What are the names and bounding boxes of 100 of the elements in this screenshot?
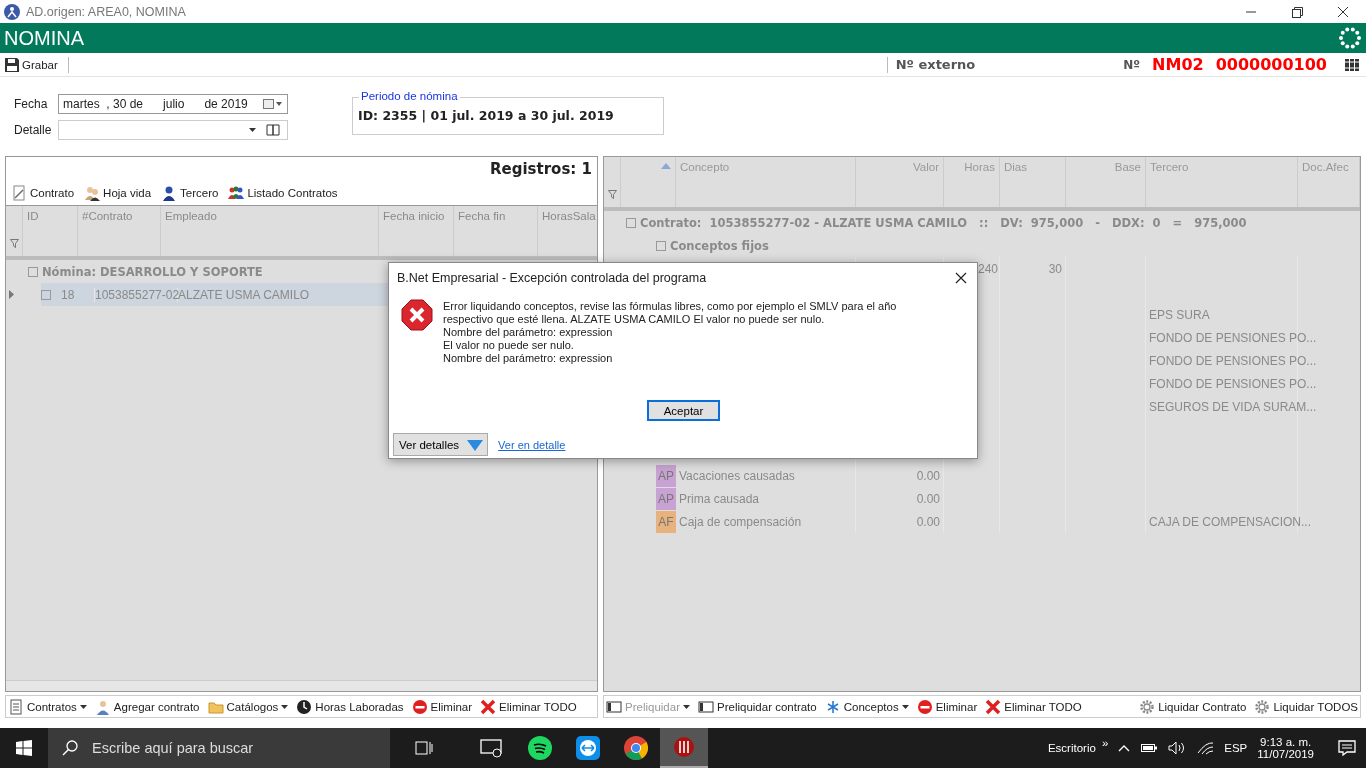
wifi-icon[interactable]	[1196, 741, 1215, 755]
toolbar-button[interactable]: Eliminar	[914, 697, 980, 716]
dialog-title: B.Net Empresarial - Excepción controlada del programa	[397, 271, 707, 285]
table-cell: FONDO DE PENSIONES PO...	[1149, 376, 1317, 391]
module-title: NOMINA	[4, 26, 84, 50]
desktop-label[interactable]: Escritorio	[1047, 742, 1096, 754]
filter-icon[interactable]	[608, 190, 617, 199]
error-icon	[401, 299, 433, 331]
task-view-icon[interactable]	[415, 740, 433, 756]
toolbar-button[interactable]: Listado Contratos	[226, 184, 340, 202]
error-message: El valor no puede ser nulo.	[443, 339, 575, 352]
toolbar-button[interactable]: Contrato	[9, 184, 77, 202]
contracts-icon	[8, 698, 24, 715]
start-icon[interactable]	[16, 740, 32, 756]
toolbar-button[interactable]: Conceptos	[822, 697, 911, 716]
table-cell: 240	[977, 261, 998, 276]
search-field[interactable]: Escribe aquí para buscar	[92, 733, 382, 763]
detail-field[interactable]	[58, 120, 288, 140]
records-count: Registros: 1	[490, 160, 592, 178]
table-cell: FONDO DE PENSIONES PO...	[1149, 353, 1317, 368]
toolbar-button[interactable]: Liquidar TODOS	[1252, 697, 1360, 716]
scrollbar[interactable]	[6, 680, 597, 691]
toolbar-button[interactable]: Catálogos	[205, 697, 291, 716]
chevron-label[interactable]: »	[1101, 737, 1109, 749]
language-indicator[interactable]: ESP	[1224, 742, 1248, 754]
clock[interactable]: 9:13 a. m. 11/07/2019	[1257, 736, 1314, 760]
people-icon	[84, 185, 101, 201]
arrows-icon[interactable]	[576, 736, 600, 760]
group-header: Conceptos fijos	[670, 238, 769, 253]
clock-icon	[296, 698, 313, 715]
gear-icon	[1254, 698, 1271, 715]
date-field[interactable]: martes , 30 de julio de 2019	[58, 94, 288, 114]
group-icon	[228, 185, 245, 201]
toolbar-button[interactable]: Eliminar	[409, 697, 475, 716]
toolbar-button[interactable]: Horas Laboradas	[294, 697, 406, 716]
error-message: Nombre del parámetro: expression	[443, 326, 614, 339]
filter-icon[interactable]	[10, 239, 19, 248]
table-cell: 18	[61, 287, 75, 302]
number-label: Nº	[1123, 57, 1141, 72]
preview-icon	[698, 698, 714, 715]
field-label: Fecha	[14, 97, 49, 111]
concept-type-badge: AP	[656, 487, 676, 510]
document-number: 0000000100	[1215, 55, 1327, 74]
table-cell: Prima causada	[679, 491, 760, 506]
error-message: respectivo que esté llena. ALZATE USMA CAMILO El valor no puede ser nulo.	[443, 313, 826, 326]
volume-icon[interactable]	[1168, 741, 1187, 755]
details-button[interactable]: Ver detalles	[393, 433, 489, 456]
concept-type-badge: AF	[656, 510, 676, 533]
delete-all-icon	[985, 698, 1002, 715]
row-pointer-icon	[9, 290, 14, 299]
person-icon	[161, 185, 178, 201]
book-dropdown-icon[interactable]	[249, 124, 283, 136]
chevron-down-icon	[467, 438, 484, 451]
external-number-label: Nº externo	[895, 57, 976, 72]
group-header: Nómina: DESARROLLO Y SOPORTE	[42, 264, 263, 279]
table-cell: Vacaciones causadas	[679, 468, 795, 483]
table-cell: 1053855277-02	[95, 287, 180, 302]
table-cell: 0.00	[916, 514, 940, 529]
delete-icon	[411, 698, 428, 715]
toolbar-button[interactable]: Tercero	[159, 184, 221, 202]
notifications-icon[interactable]	[1338, 740, 1356, 756]
app-icon[interactable]	[673, 735, 695, 759]
toolbar-button[interactable]: Eliminar TODO	[983, 697, 1084, 716]
search-icon[interactable]	[62, 740, 78, 756]
delete-all-icon	[480, 698, 497, 715]
toolbar-button[interactable]: Agregar contrato	[92, 697, 202, 716]
toolbar-button[interactable]: Preliquidar contrato	[696, 697, 819, 716]
group-header: Contrato: 1053855277-02 - ALZATE USMA CAMILO :: DV: 975,000 - DDX: 0 = 975,000	[640, 215, 1247, 230]
toolbar-button[interactable]: Liquidar Contrato	[1137, 697, 1249, 716]
save-button[interactable]: Grabar	[3, 56, 60, 73]
chevron-up-icon[interactable]	[1118, 744, 1131, 752]
table-cell: FONDO DE PENSIONES PO...	[1149, 330, 1317, 345]
search-box[interactable]: Escribe aquí para buscar	[48, 728, 390, 768]
app-icon	[4, 3, 20, 20]
toolbar-button[interactable]: Eliminar TODO	[478, 697, 579, 716]
table-cell: Caja de compensación	[679, 514, 802, 529]
period-value: ID: 2355 | 01 jul. 2019 a 30 jul. 2019	[358, 108, 614, 123]
toolbar-button[interactable]: Hoja vida	[82, 184, 154, 202]
calendar-dropdown-icon[interactable]	[263, 99, 283, 109]
table-cell: ALZATE USMA CAMILO	[178, 287, 310, 302]
contract-icon	[11, 185, 27, 201]
dots-icon[interactable]	[1338, 26, 1362, 50]
series-code: NM02	[1152, 55, 1204, 74]
monitor-icon[interactable]	[480, 738, 504, 758]
gear-icon	[1139, 698, 1156, 715]
browser-icon[interactable]	[624, 736, 648, 760]
field-label: Detalle	[14, 123, 53, 137]
add-person-icon	[94, 698, 111, 715]
error-message: Nombre del parámetro: expression	[443, 352, 614, 365]
books-icon[interactable]	[1345, 58, 1359, 71]
detail-link[interactable]: Ver en detalle	[498, 438, 566, 451]
battery-icon[interactable]	[1140, 743, 1159, 753]
table-cell: 0.00	[916, 468, 940, 483]
table-cell: 0.00	[916, 491, 940, 506]
toolbar-button[interactable]: Contratos	[6, 697, 89, 716]
table-cell: SEGUROS DE VIDA SURAM...	[1149, 399, 1317, 414]
accept-button[interactable]: Aceptar	[647, 400, 720, 421]
save-icon	[5, 57, 19, 72]
waves-icon[interactable]	[528, 736, 552, 760]
close-icon[interactable]	[955, 272, 967, 284]
